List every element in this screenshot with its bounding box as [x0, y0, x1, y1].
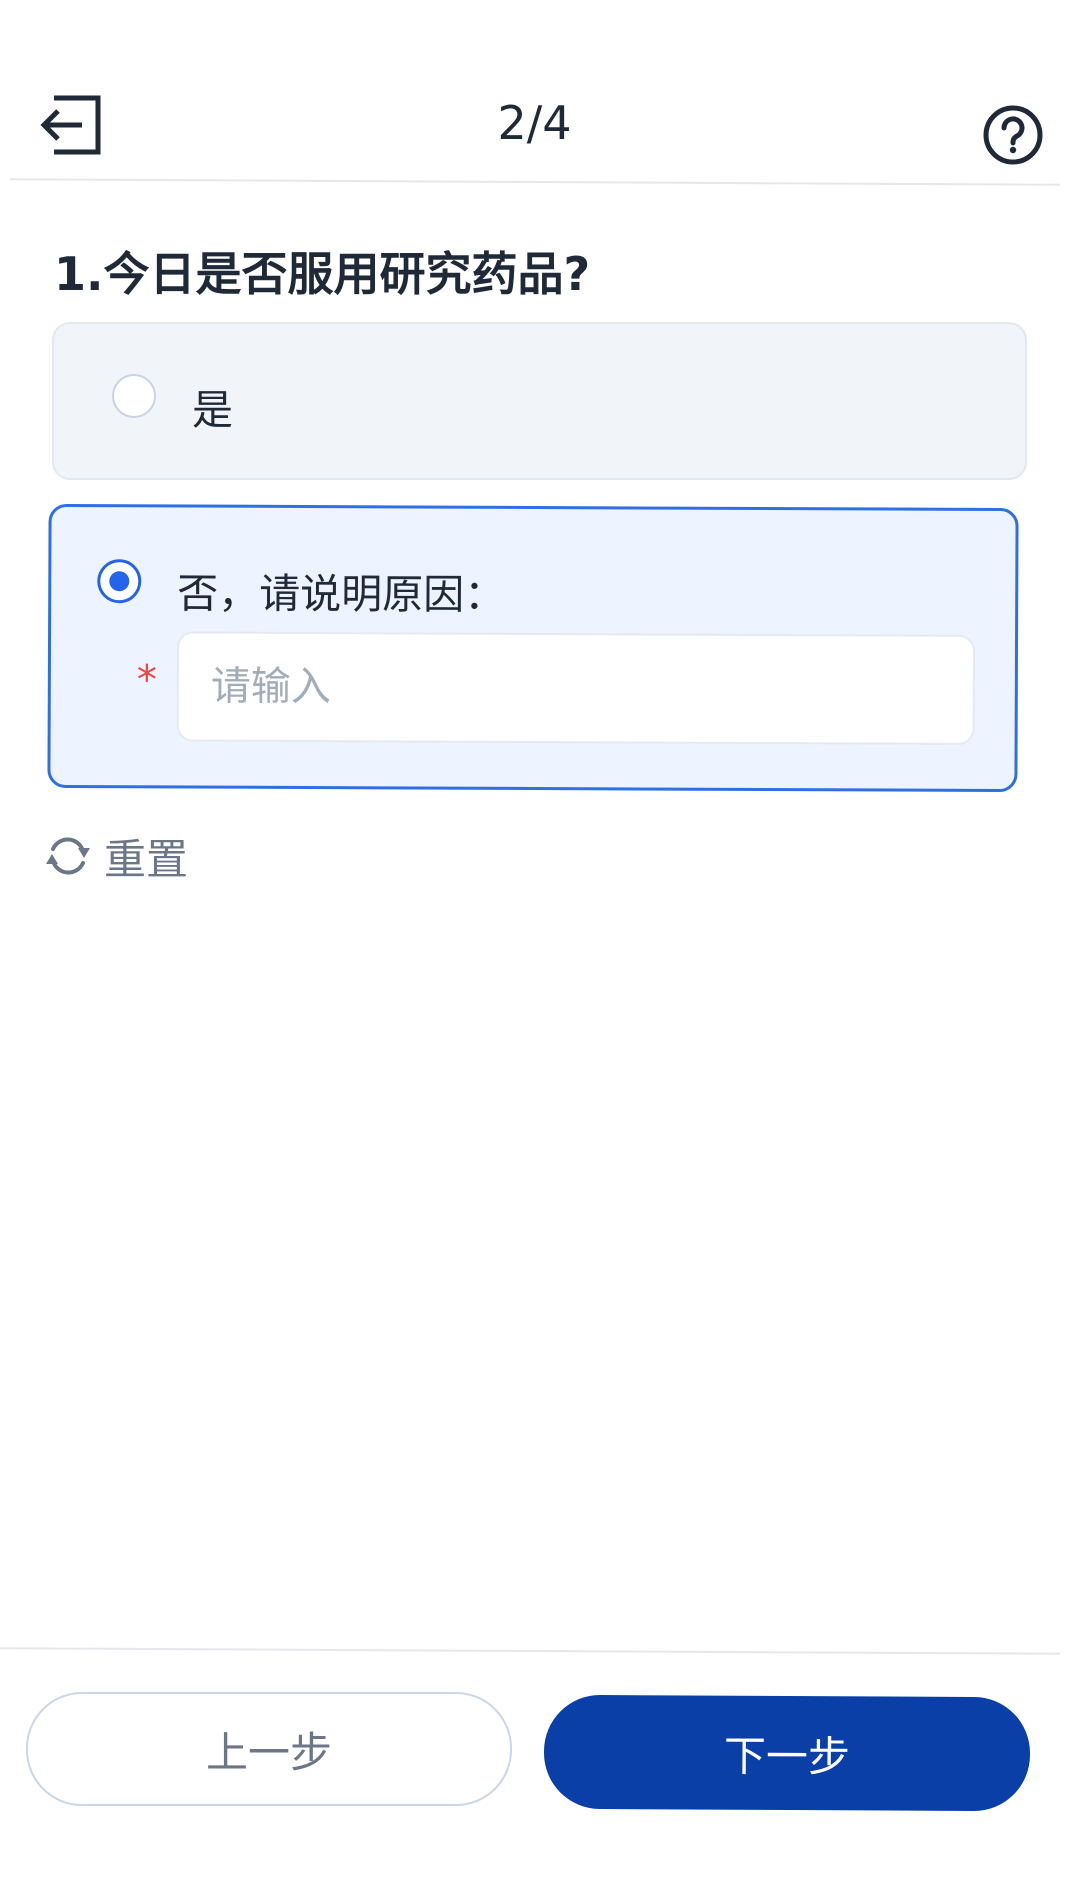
reset-label: 重置 — [104, 834, 189, 884]
radio-yes[interactable] — [112, 374, 156, 418]
option-yes-label: 是 — [192, 386, 233, 434]
required-mark: * — [136, 657, 157, 704]
refresh-icon — [46, 837, 90, 875]
question-title: 1.今日是否服用研究药品? — [54, 247, 591, 301]
option-no-label: 否，请说明原因： — [177, 569, 506, 619]
help-icon — [983, 105, 1043, 165]
header-bar: 2/4 — [0, 0, 1069, 186]
footer-divider — [0, 1647, 1060, 1655]
reason-input[interactable] — [176, 631, 976, 745]
radio-no[interactable] — [97, 559, 142, 604]
header-divider — [10, 178, 1060, 186]
option-no[interactable]: 否，请说明原因： * — [47, 503, 1019, 793]
next-step-button[interactable]: 下一步 — [543, 1694, 1031, 1812]
option-yes[interactable]: 是 — [52, 322, 1027, 480]
step-counter: 2/4 — [497, 96, 572, 150]
reset-button[interactable]: 重置 — [44, 826, 188, 886]
help-button[interactable] — [982, 104, 1044, 166]
prev-step-button[interactable]: 上一步 — [26, 1692, 512, 1806]
